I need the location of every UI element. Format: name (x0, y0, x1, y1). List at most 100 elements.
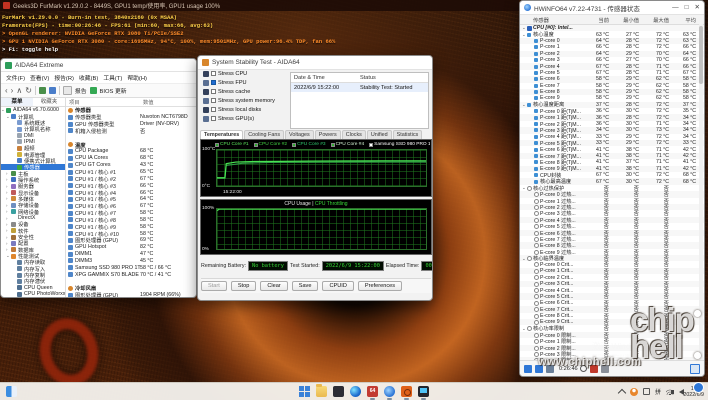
bios-update-button[interactable]: BIOS 更新 (100, 86, 127, 95)
stability-button[interactable]: Save (292, 281, 319, 291)
menu-item[interactable]: 工具(T) (103, 73, 122, 82)
legend-item[interactable]: CPU Core #4 (331, 142, 365, 147)
sensor-row[interactable]: 图形处理器 (GPU) 69 °C (66, 237, 196, 244)
legend-item[interactable]: CPU Core #2 (254, 142, 288, 147)
tree-item[interactable]: CPU ZLib (1, 297, 65, 298)
furmark-taskbar-icon[interactable] (401, 386, 412, 397)
expand-arrow-icon[interactable] (522, 32, 526, 38)
back-icon[interactable]: ‹ (5, 86, 8, 96)
legend-checkbox[interactable] (369, 143, 373, 147)
stress-checkbox[interactable] (211, 71, 216, 76)
hwinfo-sensor-row[interactable]: P-core 0 64 °C 28 °C 72 °C 63 °C (520, 38, 704, 44)
hwinfo-sensor-row[interactable]: P-core 2 64 °C 29 °C 70 °C 64 °C (520, 51, 704, 57)
hwinfo-sensor-row[interactable]: E-core 6 58 °C 29 °C 62 °C 58 °C (520, 76, 704, 82)
hwinfo-sensor-row[interactable]: E-core 7 58 °C 29 °C 62 °C 58 °C (520, 83, 704, 89)
tray-app-icon[interactable] (643, 388, 650, 395)
configure-sensors-icon[interactable] (690, 364, 700, 374)
maximize-button[interactable]: □ (685, 3, 689, 13)
legend-checkbox[interactable] (254, 143, 258, 147)
report-doc-icon[interactable] (63, 86, 72, 95)
sensor-row[interactable]: DIMM1 47 °C (66, 251, 196, 258)
hwinfo-sensor-row[interactable]: P-core 1 66 °C 28 °C 72 °C 66 °C (520, 44, 704, 50)
log-table-row[interactable]: 2022/6/9 15:22:00 Stability Test: Starte… (291, 83, 428, 92)
stress-checkbox[interactable] (211, 116, 216, 121)
sensor-row[interactable]: 图形处理器 (GPU) 1904 RPM (66%) (66, 292, 196, 298)
stability-tab[interactable]: Statistics (393, 130, 423, 139)
close-button[interactable]: ✕ (695, 3, 700, 13)
nav-tab[interactable]: 收藏夹 (33, 98, 65, 106)
sensor-row[interactable]: GPU Hotspot 82 °C (66, 244, 196, 251)
stability-button[interactable]: Clear (260, 281, 287, 291)
menu-item[interactable]: 文件(F) (6, 73, 25, 82)
chart-icon[interactable] (39, 87, 46, 94)
stability-tab[interactable]: Clocks (342, 130, 366, 139)
stability-button[interactable]: Stop (231, 281, 257, 291)
hwinfo-sensor-row[interactable]: P-core 3 66 °C 27 °C 70 °C 66 °C (520, 57, 704, 63)
sensor-row[interactable]: XPG GAMMIX S70 BLADE 70 °C / 41 °C (66, 271, 196, 278)
legend-item[interactable]: Samsung SSD 980 PRO 1TB (369, 142, 430, 147)
menu-item[interactable]: 帮助(H) (127, 73, 147, 82)
report-button[interactable]: 报告 (75, 86, 87, 95)
refresh-icon[interactable]: ↻ (25, 86, 32, 96)
hwinfo-sensor-row[interactable]: 核心温度 63 °C 27 °C 72 °C 63 °C (520, 31, 704, 37)
stress-checkbox[interactable] (211, 80, 216, 85)
stability-tab[interactable]: Cooling Fans (244, 130, 284, 139)
hwinfo-sensor-row[interactable]: P-core 5 67 °C 28 °C 71 °C 67 °C (520, 70, 704, 76)
legend-checkbox[interactable] (292, 143, 296, 147)
expand-arrow-icon[interactable] (522, 256, 526, 262)
stability-test-titlebar[interactable]: System Stability Test - AIDA64 (198, 56, 432, 70)
scrollbar-thumb[interactable] (699, 26, 703, 84)
stability-button[interactable]: Start (201, 281, 227, 291)
expand-arrow-icon[interactable] (522, 185, 526, 191)
expand-arrow-icon[interactable] (522, 326, 526, 332)
ime-badge[interactable]: 拼 (655, 387, 661, 396)
dashboard-icon[interactable] (49, 87, 56, 94)
legend-item[interactable]: CPU Core #1 (215, 142, 249, 147)
legend-item[interactable]: CPU Core #3 (292, 142, 326, 147)
tray-overflow-chevron-icon[interactable] (618, 388, 626, 396)
sensor-row[interactable]: 温度 (66, 141, 196, 148)
menu-item[interactable]: 查看(V) (30, 73, 49, 82)
furmark-window-titlebar[interactable]: Geeks3D FurMark v1.29.0.2 - 8449S, GPU1 … (0, 0, 519, 11)
hwinfo-sensor-row[interactable]: P-core 4 67 °C 28 °C 71 °C 66 °C (520, 63, 704, 69)
hwinfo-sensor-row[interactable]: E-core 8 58 °C 29 °C 62 °C 58 °C (520, 89, 704, 95)
aida64-taskbar-icon[interactable]: 64 (367, 386, 378, 397)
taskbar-clock[interactable]: 15:48 2022/6/9 (683, 386, 704, 398)
stress-checkbox[interactable] (211, 98, 216, 103)
stability-tab[interactable]: Unified (367, 130, 392, 139)
edge-browser-icon[interactable] (350, 386, 361, 397)
expand-all-icon[interactable] (524, 365, 532, 373)
stability-button[interactable]: CPUID (322, 281, 353, 291)
forward-icon[interactable]: › (11, 86, 14, 96)
monitor-app-taskbar-icon[interactable] (418, 386, 429, 397)
nav-tab[interactable]: 菜单 (1, 98, 33, 106)
stability-button[interactable]: Preferences (358, 281, 402, 291)
legend-checkbox[interactable] (331, 143, 335, 147)
legend-checkbox[interactable] (215, 143, 219, 147)
sensor-row[interactable]: 机箱入侵检测 否 (66, 128, 196, 135)
stability-tab[interactable]: Powers (315, 130, 341, 139)
bios-download-icon[interactable] (90, 87, 97, 94)
expand-arrow-icon[interactable] (522, 102, 526, 108)
hwinfo-titlebar[interactable]: HWiNFO64 v7.22-4731 - 传感器状态 — □ ✕ (520, 1, 704, 15)
stability-tab[interactable]: Voltages (285, 130, 314, 139)
sensor-row[interactable]: CPU Package 68 °C (66, 148, 196, 155)
stability-tab[interactable]: Temperatures (200, 130, 243, 139)
start-button[interactable] (299, 386, 310, 397)
stress-checkbox[interactable] (211, 107, 216, 112)
minimize-button[interactable]: — (672, 3, 679, 13)
widgets-icon[interactable] (6, 386, 17, 397)
notification-badge[interactable] (693, 382, 704, 393)
menu-item[interactable]: 收藏(B) (79, 73, 98, 82)
hwinfo-taskbar-icon[interactable] (384, 386, 395, 397)
app-icon-dark[interactable] (333, 386, 344, 397)
menu-item[interactable]: 报告(R) (54, 73, 74, 82)
file-explorer-icon[interactable] (316, 386, 327, 397)
user-tray-icon[interactable] (630, 388, 638, 396)
stress-checkbox[interactable] (211, 89, 216, 94)
sensor-row[interactable]: Samsung SSD 980 PRO 1TB 58 °C / 66 °C (66, 264, 196, 271)
sensor-row[interactable]: DIMM3 45 °C (66, 258, 196, 265)
aida64-titlebar[interactable]: AIDA64 Extreme (1, 59, 196, 72)
sensor-row[interactable]: CPU IA Cores 68 °C (66, 155, 196, 162)
expand-arrow-icon[interactable] (522, 25, 526, 31)
